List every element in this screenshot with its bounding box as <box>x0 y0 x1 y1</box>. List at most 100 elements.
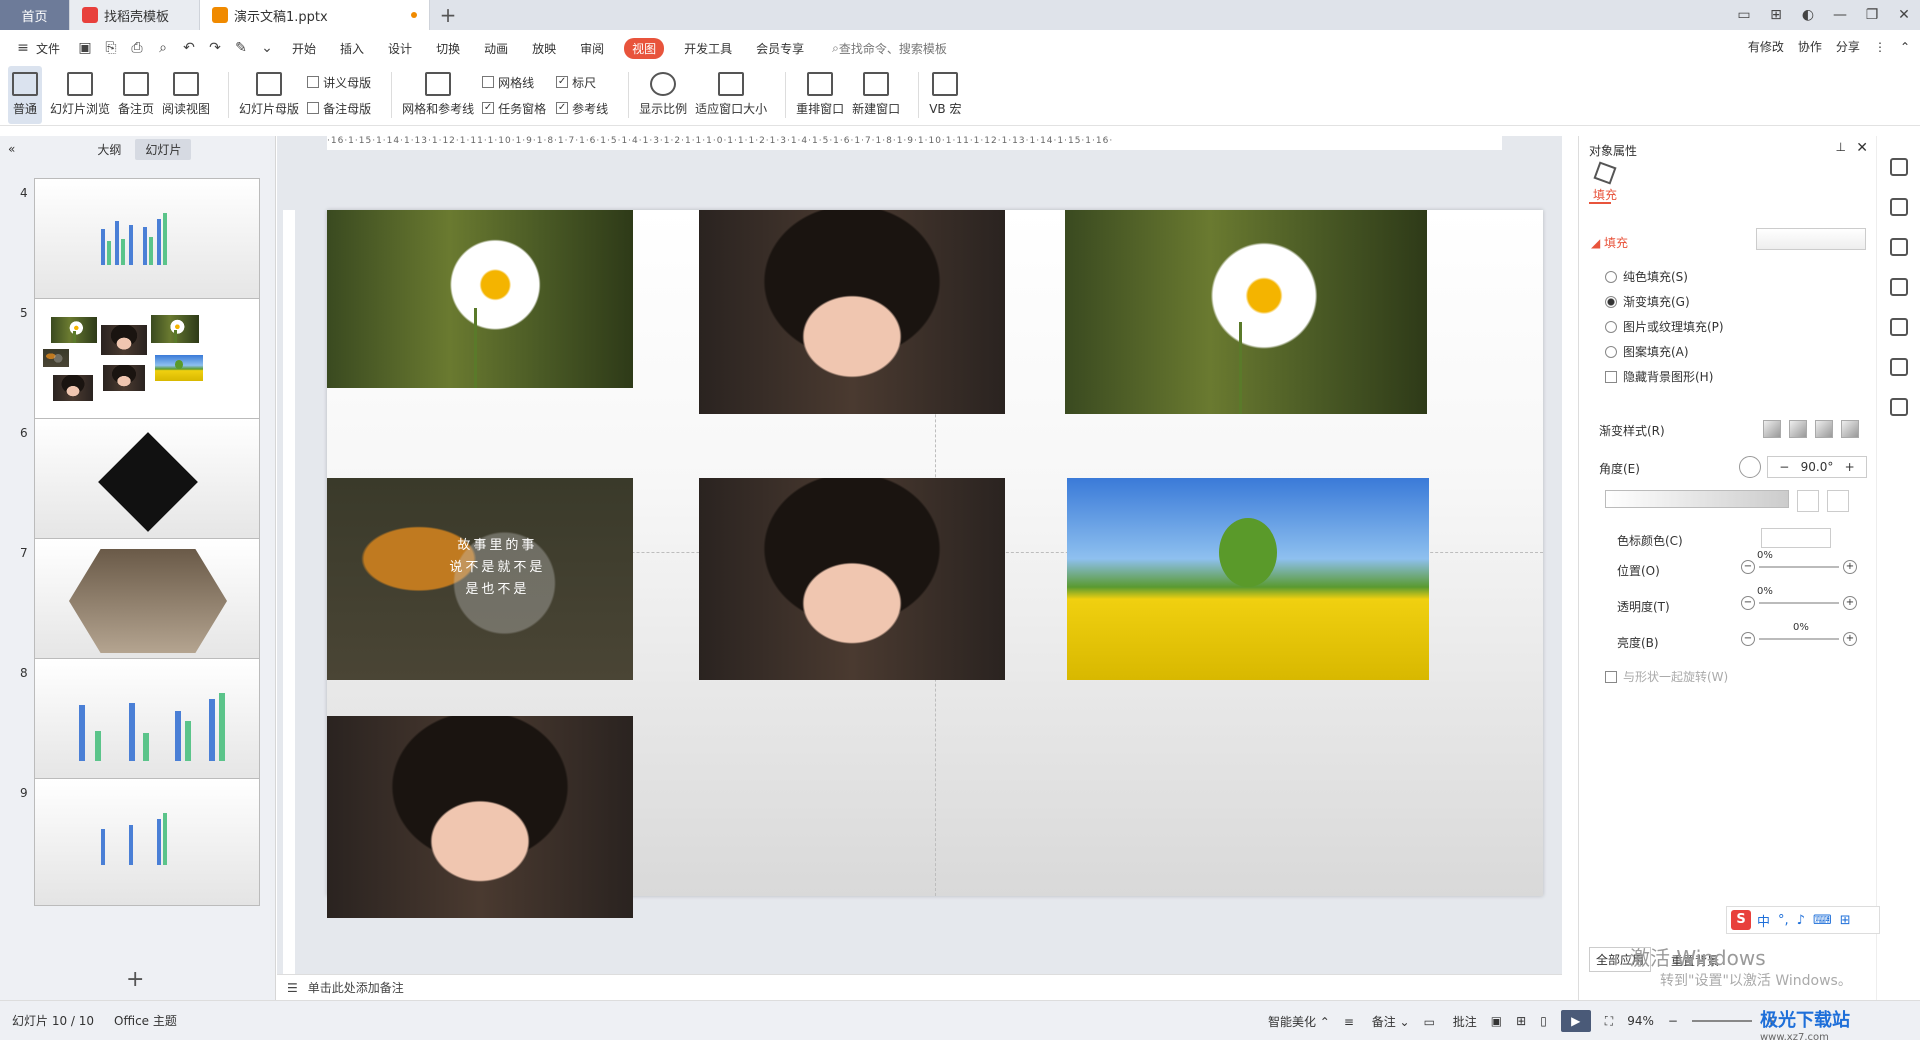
format-painter-icon[interactable]: ✎ <box>232 39 250 57</box>
menu-design[interactable]: 设计 <box>388 40 412 57</box>
angle-stepper[interactable]: −90.0° + <box>1767 456 1867 478</box>
preview-icon[interactable]: ⌕ <box>154 39 172 57</box>
layout-icon[interactable]: ▭ <box>1728 7 1760 23</box>
notes-master-button[interactable]: 备注母版 <box>307 95 371 121</box>
tab-outline[interactable]: 大纲 <box>87 139 131 160</box>
rocket-icon[interactable] <box>1889 158 1908 176</box>
increment-icon[interactable]: + <box>1833 460 1866 474</box>
slide-thumb-4[interactable] <box>34 178 260 306</box>
fit-window-button[interactable]: 适应窗口大小 <box>695 66 767 124</box>
menu-review[interactable]: 审阅 <box>580 40 604 57</box>
close-pane-icon[interactable]: ✕ <box>1856 140 1868 156</box>
slide-thumb-9[interactable] <box>34 778 260 906</box>
gradient-fill-radio[interactable]: 渐变填充(G) <box>1605 293 1690 310</box>
gradient-radial-icon[interactable] <box>1789 420 1807 438</box>
slide-thumb-5[interactable] <box>34 298 260 426</box>
keyboard-icon[interactable]: ⌨ <box>1813 913 1832 928</box>
tab-presentation[interactable]: 演示文稿1.pptx <box>200 0 430 30</box>
smart-beautify-button[interactable]: 智能美化 ⌃ <box>1254 1013 1330 1030</box>
tab-home[interactable]: 首页 <box>0 0 70 30</box>
solid-fill-radio[interactable]: 纯色填充(S) <box>1605 268 1688 285</box>
vertical-ruler[interactable] <box>283 210 295 1030</box>
animation-star-icon[interactable] <box>1889 238 1908 256</box>
reading-view-icon[interactable]: ▯ <box>1540 1014 1547 1028</box>
collapse-ribbon-icon[interactable]: ⌃ <box>1900 40 1910 54</box>
slide-thumb-7[interactable] <box>34 538 260 666</box>
arrange-window-button[interactable]: 重排窗口 <box>796 66 844 124</box>
plus-icon[interactable]: + <box>1843 560 1857 574</box>
image-icon[interactable] <box>1889 318 1908 336</box>
current-slide[interactable]: 故事里的事 说不是就不是 是也不是 <box>327 210 1543 918</box>
slider-track[interactable] <box>1759 638 1839 640</box>
undo-icon[interactable]: ↶ <box>180 39 198 57</box>
angle-dial[interactable] <box>1739 456 1761 478</box>
transparency-slider[interactable]: − + <box>1741 596 1857 610</box>
slide-master-button[interactable]: 幻灯片母版 <box>239 66 299 124</box>
image-portrait-1[interactable] <box>699 210 1005 414</box>
new-tab-button[interactable]: + <box>430 0 466 30</box>
export-icon[interactable]: ⎘ <box>102 39 120 57</box>
menu-animation[interactable]: 动画 <box>484 40 508 57</box>
fill-tab[interactable]: 填充 <box>1593 161 1617 203</box>
remove-stop-icon[interactable] <box>1827 490 1849 512</box>
minus-icon[interactable]: − <box>1741 632 1755 646</box>
tab-slides[interactable]: 幻灯片 <box>135 138 192 160</box>
properties-icon[interactable] <box>1889 198 1908 216</box>
modified-button[interactable]: 有修改 <box>1748 38 1784 55</box>
brightness-slider[interactable]: − + <box>1741 632 1857 646</box>
menu-insert[interactable]: 插入 <box>340 40 364 57</box>
pane-title[interactable]: 对象属性 <box>1589 142 1637 159</box>
gradient-linear-icon[interactable] <box>1763 420 1781 438</box>
slider-track[interactable] <box>1759 602 1839 604</box>
hamburger-icon[interactable]: ≡ <box>14 39 32 57</box>
minimize-icon[interactable]: — <box>1824 7 1856 23</box>
rotate-with-shape-checkbox[interactable]: 与形状一起旋转(W) <box>1605 668 1728 685</box>
gradient-rect-icon[interactable] <box>1815 420 1833 438</box>
fill-preset-dropdown[interactable] <box>1756 228 1866 250</box>
handout-master-button[interactable]: 讲义母版 <box>307 69 371 95</box>
book-icon[interactable] <box>1889 398 1908 416</box>
zoom-slider[interactable] <box>1691 1020 1752 1022</box>
ime-punct-icon[interactable]: °, <box>1778 913 1789 928</box>
zoom-button[interactable]: 显示比例 <box>639 66 687 124</box>
play-icon[interactable]: ▶ <box>1560 1010 1591 1032</box>
menu-slideshow[interactable]: 放映 <box>532 40 556 57</box>
file-menu[interactable]: 文件 <box>36 40 60 57</box>
grid-guides-button[interactable]: 网格和参考线 <box>402 66 474 124</box>
plus-icon[interactable]: + <box>1843 596 1857 610</box>
mic-icon[interactable]: ♪ <box>1797 913 1805 928</box>
fill-section-header[interactable]: ◢ 填充 <box>1591 234 1628 251</box>
image-daisy-1[interactable] <box>327 210 633 388</box>
picture-fill-radio[interactable]: 图片或纹理填充(P) <box>1605 318 1724 335</box>
restore-icon[interactable]: ❐ <box>1856 7 1888 23</box>
image-field[interactable] <box>1067 478 1429 680</box>
decrement-icon[interactable]: − <box>1768 460 1801 474</box>
slide-thumb-8[interactable] <box>34 658 260 786</box>
stop-color-picker[interactable] <box>1761 528 1831 548</box>
pin-icon[interactable]: ⊥ <box>1836 140 1846 154</box>
vb-macro-button[interactable]: VB 宏 <box>929 66 961 124</box>
position-slider[interactable]: − + <box>1741 560 1857 574</box>
angle-value[interactable]: 90.0° <box>1801 460 1834 474</box>
redo-icon[interactable]: ↷ <box>206 39 224 57</box>
save-icon[interactable]: ▣ <box>76 39 94 57</box>
slider-track[interactable] <box>1759 566 1839 568</box>
normal-view-icon[interactable]: ▣ <box>1491 1014 1502 1028</box>
fit-icon[interactable]: ⛶ <box>1605 1014 1613 1029</box>
menu-developer[interactable]: 开发工具 <box>684 40 732 57</box>
notes-toggle-button[interactable]: ≡ 备注 ⌄ <box>1344 1013 1410 1030</box>
zoom-out-icon[interactable]: − <box>1668 1014 1678 1028</box>
avatar[interactable]: ◐ <box>1792 7 1824 23</box>
compass-icon[interactable] <box>1889 358 1908 376</box>
minus-icon[interactable]: − <box>1741 596 1755 610</box>
notes-page-button[interactable]: 备注页 <box>118 66 154 124</box>
ime-mode[interactable]: 中 <box>1757 911 1770 930</box>
notes-bar[interactable]: ☰ 单击此处添加备注 <box>277 974 1562 1000</box>
image-portrait-3[interactable] <box>327 716 633 918</box>
tab-docer-templates[interactable]: 找稻壳模板 <box>70 0 200 30</box>
reading-view-button[interactable]: 阅读视图 <box>162 66 210 124</box>
sorter-view-icon[interactable]: ⊞ <box>1516 1014 1526 1028</box>
minus-icon[interactable]: − <box>1741 560 1755 574</box>
normal-view-button[interactable]: 普通 <box>8 66 42 124</box>
gradient-stop-bar[interactable] <box>1605 490 1789 508</box>
